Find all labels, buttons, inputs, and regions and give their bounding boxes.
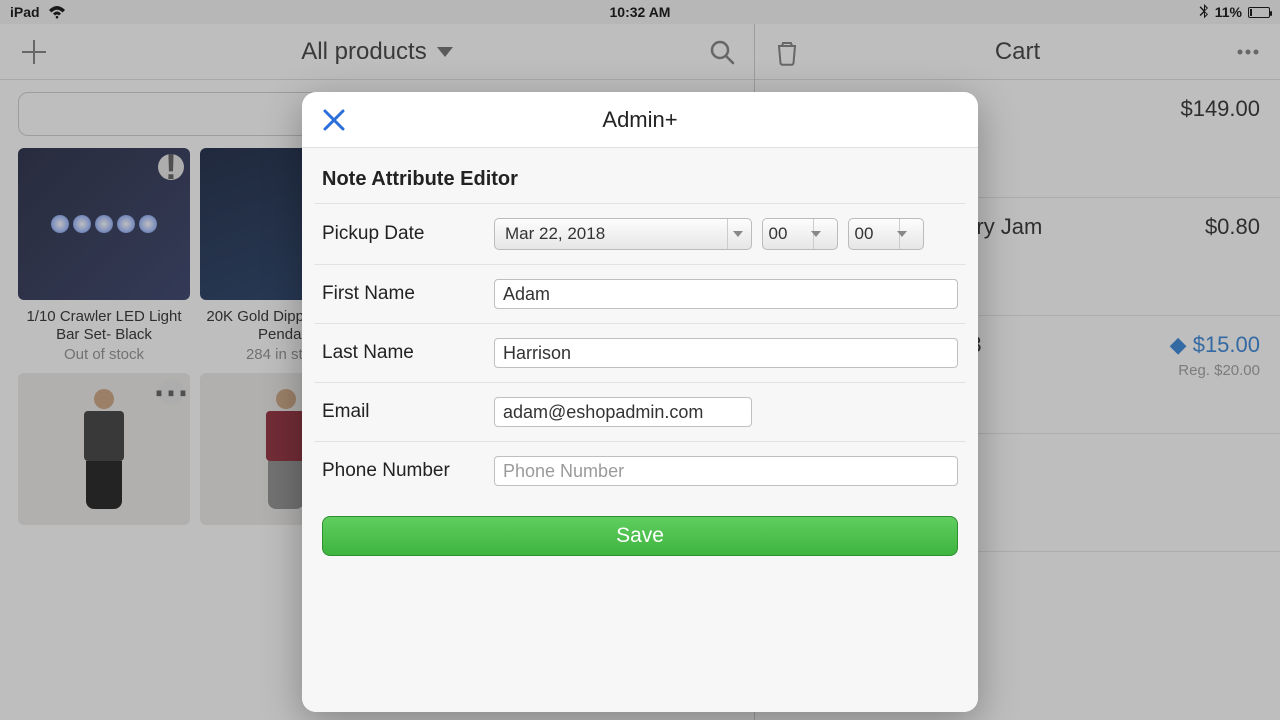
pickup-minute-value: 00	[855, 224, 890, 244]
close-button[interactable]	[320, 106, 348, 134]
chevron-down-icon	[813, 219, 833, 249]
first-name-input[interactable]	[494, 279, 958, 309]
first-name-label: First Name	[322, 283, 474, 305]
save-button[interactable]: Save	[322, 516, 958, 556]
pickup-date-label: Pickup Date	[322, 223, 474, 245]
pickup-minute-select[interactable]: 00	[848, 218, 924, 250]
chevron-down-icon	[727, 219, 747, 249]
phone-input[interactable]	[494, 456, 958, 486]
pickup-date-select[interactable]: Mar 22, 2018	[494, 218, 752, 250]
chevron-down-icon	[899, 219, 919, 249]
pickup-hour-select[interactable]: 00	[762, 218, 838, 250]
last-name-label: Last Name	[322, 342, 474, 364]
email-label: Email	[322, 401, 474, 423]
pickup-hour-value: 00	[769, 224, 804, 244]
last-name-input[interactable]	[494, 338, 958, 368]
pickup-date-value: Mar 22, 2018	[505, 224, 605, 244]
admin-modal: Admin+ Note Attribute Editor Pickup Date…	[302, 92, 978, 712]
modal-title: Admin+	[602, 107, 677, 133]
phone-label: Phone Number	[322, 460, 474, 482]
email-input[interactable]	[494, 397, 752, 427]
section-title: Note Attribute Editor	[314, 158, 966, 203]
save-button-label: Save	[616, 524, 664, 548]
